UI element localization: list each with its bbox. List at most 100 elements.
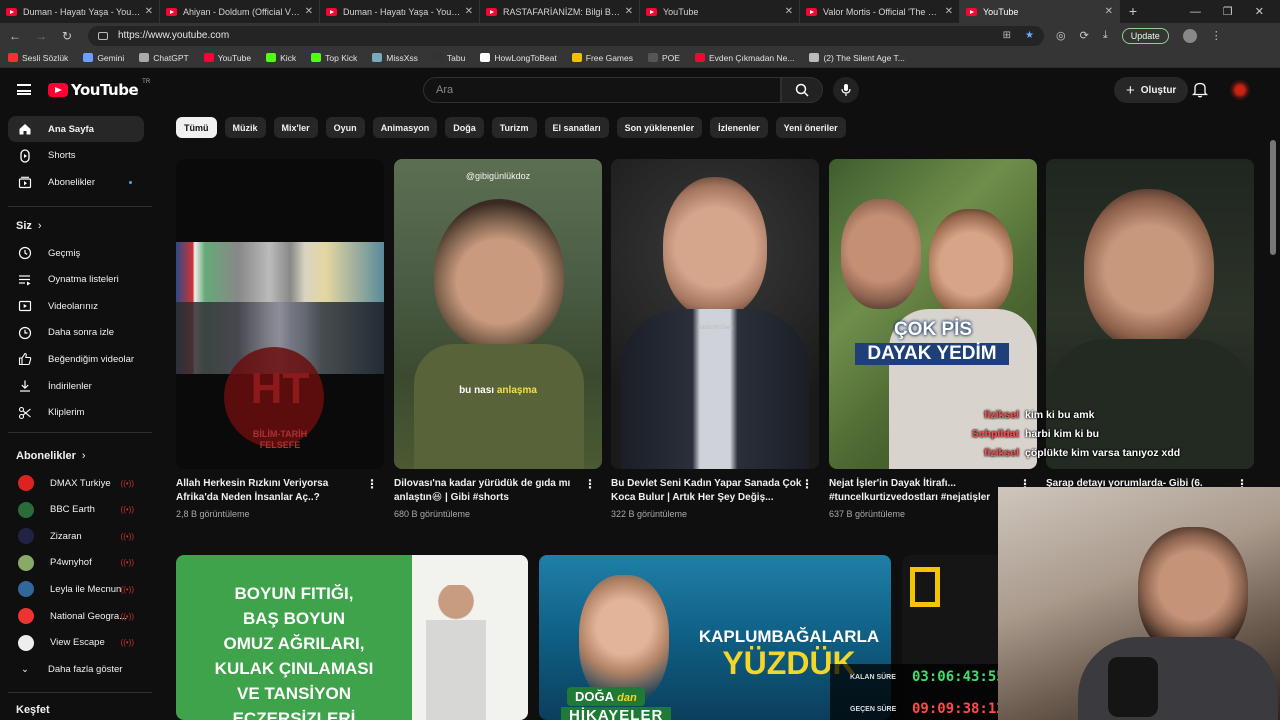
bookmark-item[interactable]: ChatGPT [139,53,189,63]
sidebar-item-playlists[interactable]: Oynatma listeleri [8,267,144,293]
show-more-button[interactable]: ⌄ Daha fazla göster [8,656,144,682]
incognito-icon[interactable]: ◎ [1056,29,1066,42]
video-thumbnail[interactable]: @gibigünlükdoz bu nası anlaşma [394,159,602,469]
bookmark-item[interactable]: Top Kick [311,53,357,63]
video-thumbnail[interactable]: HT BİLİM-TARİH FELSEFE [176,159,384,469]
more-options-icon[interactable]: ⋮ [801,477,813,491]
video-title[interactable]: Allah Herkesin Rızkını Veriyorsa Afrika'… [176,477,384,505]
sidebar-section-you[interactable]: Siz › [16,220,42,232]
youtube-logo[interactable]: YouTube TR [48,79,150,99]
close-tab-icon[interactable]: ✕ [305,6,313,17]
sidebar-item-your-videos[interactable]: Videolarınız [8,293,144,319]
bookmark-favicon-icon [571,53,582,62]
bookmark-item[interactable]: Free Games [571,53,633,63]
bookmark-item[interactable]: Gemini [83,53,124,63]
search-button[interactable] [781,77,823,103]
bookmark-item[interactable]: Kick [266,53,296,63]
filter-chip[interactable]: Son yüklenenler [616,117,703,138]
install-app-icon[interactable]: ⊞ [1003,30,1011,41]
sidebar-item-shorts[interactable]: Shorts [8,143,144,169]
update-button[interactable]: Update [1121,27,1169,44]
downloads-icon[interactable]: ⤓ [1103,29,1108,42]
sidebar-item-scissors[interactable]: Kliplerim [8,400,144,426]
sidebar-item-history[interactable]: Geçmiş [8,240,144,266]
filter-chip[interactable]: Doğa [445,117,484,138]
page-scrollbar[interactable] [1270,140,1276,255]
bookmark-star-icon[interactable]: ★ [1025,30,1034,41]
filter-chip[interactable]: Mix'ler [273,117,318,138]
close-tab-icon[interactable]: ✕ [625,6,633,17]
notifications-button[interactable] [1191,81,1209,103]
filter-chip[interactable]: İzlenenler [710,117,768,138]
create-button[interactable]: + Oluştur [1114,77,1189,103]
browser-tab[interactable]: Valor Mortis - Official 'The Crimso✕ [800,0,960,23]
filter-chip[interactable]: Tümü [176,117,217,138]
chat-text: çöplükte kim varsa tanıyoz xdd [1025,447,1181,459]
sidebar-subscription-item[interactable]: National Geogra... ((•)) [8,603,144,629]
bookmark-item[interactable]: MissXss [372,53,418,63]
filter-chip[interactable]: El sanatları [544,117,609,138]
more-options-icon[interactable]: ⋮ [584,477,596,491]
address-bar[interactable]: https://www.youtube.com ⊞ ★ [88,25,1044,46]
minimize-icon[interactable]: — [1190,6,1201,18]
bookmark-item[interactable]: HowLongToBeat [480,53,557,63]
sidebar-subscription-item[interactable]: P4wnyhof ((•)) [8,550,144,576]
sidebar-subscription-item[interactable]: Leyla ile Mecnun ((•)) [8,576,144,602]
sidebar-subscription-item[interactable]: BBC Earth ((•)) [8,497,144,523]
bookmark-item[interactable]: (2) The Silent Age T... [809,53,905,63]
sidebar-item-like[interactable]: Beğendiğim videolar [8,346,144,372]
filter-chip[interactable]: Turizm [491,117,537,138]
search-input[interactable]: Ara [423,77,781,103]
video-title[interactable]: Bu Devlet Seni Kadın Yapar Sanada Çok Ko… [611,477,819,505]
video-card[interactable]: VadimNoSen Bu Devlet Seni Kadın Yapar Sa… [611,159,819,519]
close-tab-icon[interactable]: ✕ [145,6,153,17]
close-tab-icon[interactable]: ✕ [1105,6,1113,17]
video-card[interactable]: HT BİLİM-TARİH FELSEFE Allah Herkesin Rı… [176,159,384,519]
filter-chip[interactable]: Yeni öneriler [775,117,846,138]
more-options-icon[interactable]: ⋮ [366,477,378,491]
forward-icon[interactable]: → [30,29,52,43]
filter-chip[interactable]: Animasyon [372,117,438,138]
browser-tab[interactable]: Duman - Hayatı Yaşa - YouTube ✕ [320,0,480,23]
profile-avatar[interactable] [1182,28,1197,43]
sidebar-section-subscriptions[interactable]: Abonelikler › [16,450,86,462]
video-card[interactable]: @gibigünlükdoz bu nası anlaşma Dilovası'… [394,159,602,519]
sidebar-subscription-item[interactable]: DMAX Turkiye ((•)) [8,470,144,496]
browser-menu-icon[interactable]: ⋮ [1211,29,1222,42]
browser-tab[interactable]: Ahiyan - Doldum (Official Video) ✕ [160,0,320,23]
voice-search-button[interactable] [833,77,859,103]
close-tab-icon[interactable]: ✕ [945,6,953,17]
account-avatar[interactable] [1230,80,1250,100]
browser-tab[interactable]: YouTube ✕ [640,0,800,23]
sidebar-item-watch-later[interactable]: Daha sonra izle [8,320,144,346]
extensions-icon[interactable]: ⟳ [1080,29,1089,42]
video-thumbnail[interactable]: VadimNoSen [611,159,819,469]
filter-chip[interactable]: Oyun [325,117,365,138]
bookmark-item[interactable]: YouTube [203,53,251,63]
video-title[interactable]: Dilovası'na kadar yürüdük de gıda mı anl… [394,477,602,505]
video-card[interactable]: ÇOK PİS DAYAK YEDİM Nejat İşler'in Dayak… [829,159,1037,519]
bookmark-item[interactable]: POE [648,53,680,63]
menu-icon[interactable] [17,84,31,95]
bookmark-item[interactable]: Sesli Sözlük [8,53,68,63]
maximize-icon[interactable]: ❐ [1223,5,1233,18]
bookmark-item[interactable]: Tabu [432,53,465,63]
back-icon[interactable]: ← [4,29,26,43]
sidebar-subscription-item[interactable]: Zizaran ((•)) [8,523,144,549]
filter-chip[interactable]: Müzik [224,117,266,138]
bookmark-item[interactable]: Evden Çıkmadan Ne... [694,53,794,63]
sidebar-item-home[interactable]: Ana Sayfa [8,116,144,142]
video-thumbnail[interactable]: BOYUN FITIĞI, BAŞ BOYUN OMUZ AĞRILARI, K… [176,555,528,720]
sidebar-item-subscriptions[interactable]: Abonelikler [8,169,144,195]
browser-tab[interactable]: Duman - Hayatı Yaşa - YouTube ✕ [0,0,160,23]
close-tab-icon[interactable]: ✕ [785,6,793,17]
browser-tab[interactable]: RASTAFARİANİZM: Bilgi Bitkisine✕ [480,0,640,23]
new-tab-button[interactable]: + [1120,0,1146,23]
browser-tab-active[interactable]: YouTube ✕ [960,0,1120,23]
reload-icon[interactable]: ↻ [56,29,78,43]
site-info-icon[interactable] [98,31,108,40]
sidebar-subscription-item[interactable]: View Escape ((•)) [8,630,144,656]
close-tab-icon[interactable]: ✕ [465,6,473,17]
sidebar-item-download[interactable]: İndirilenler [8,373,144,399]
close-window-icon[interactable]: ✕ [1255,5,1264,18]
